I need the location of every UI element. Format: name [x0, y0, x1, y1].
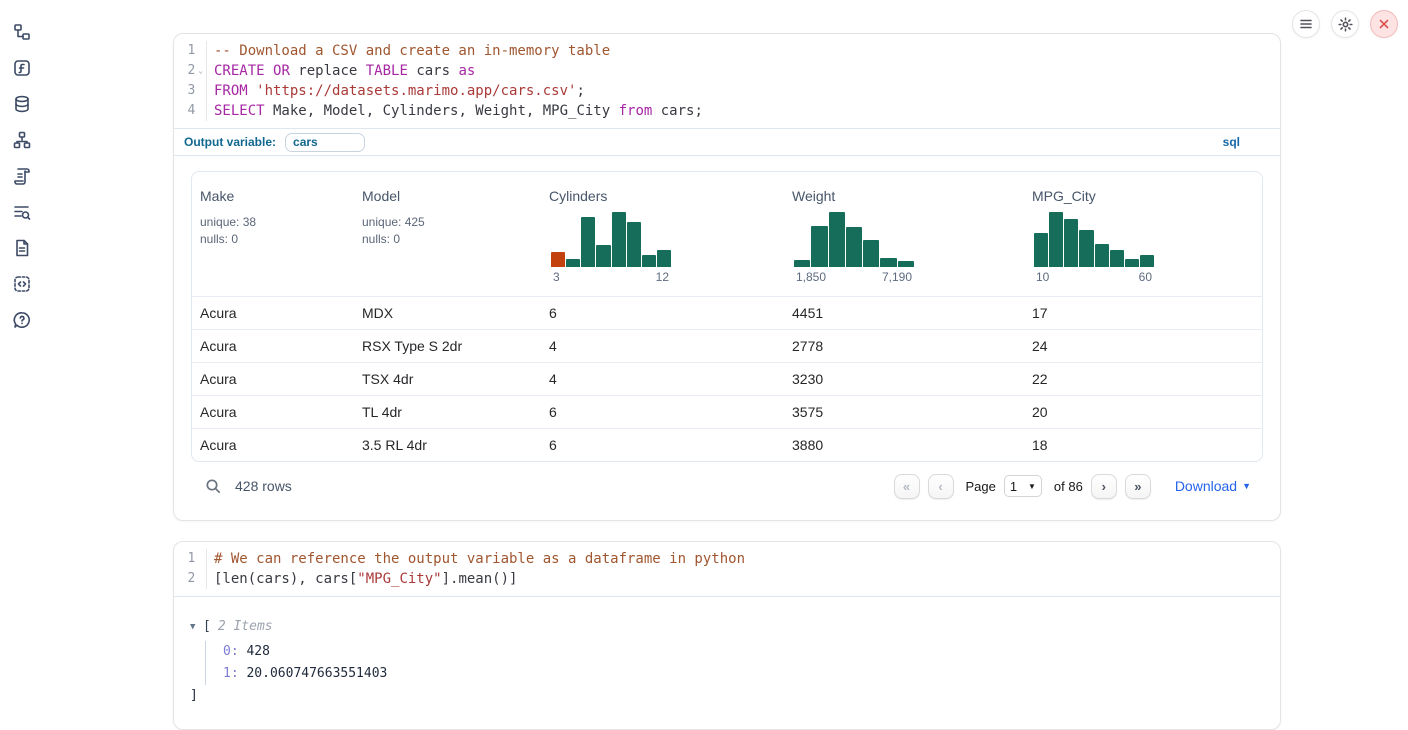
page-label: Page	[966, 479, 996, 494]
table-cell: 6	[541, 404, 784, 420]
list-entries: 0: 428 1: 20.060747663551403	[205, 641, 1264, 685]
collapse-chevron-icon[interactable]: ▼	[190, 622, 203, 632]
scroll-icon[interactable]	[12, 166, 32, 186]
table-cell: 3880	[784, 437, 1024, 453]
last-page-button[interactable]: »	[1125, 474, 1151, 499]
table-cell: TL 4dr	[354, 404, 541, 420]
pagination: « ‹ Page 1 ▼ of 86 › » Download ▼	[894, 474, 1261, 499]
table-output-region: Make unique: 38 nulls: 0 Model unique: 4…	[174, 155, 1280, 520]
table-cell: 6	[541, 305, 784, 321]
table-cell: Acura	[192, 305, 354, 321]
code-line: 1-- Download a CSV and create an in-memo…	[174, 41, 1280, 61]
table-cell: 24	[1024, 338, 1262, 354]
table-row: Acura3.5 RL 4dr6388018	[192, 428, 1262, 461]
list-item: 0: 428	[223, 641, 1264, 663]
table-cell: 18	[1024, 437, 1262, 453]
table-cell: 2778	[784, 338, 1024, 354]
table-body: AcuraMDX6445117AcuraRSX Type S 2dr427782…	[192, 296, 1262, 461]
language-badge: sql	[1223, 135, 1240, 149]
weight-histogram: 1,850 7,190	[794, 212, 914, 284]
of-pages-label: of 86	[1054, 479, 1083, 494]
file-tree-icon[interactable]	[12, 22, 32, 42]
settings-button[interactable]	[1331, 10, 1359, 38]
output-variable-input[interactable]	[285, 133, 365, 152]
code-line: 2⌄CREATE OR replace TABLE cars as	[174, 61, 1280, 81]
table-cell: Acura	[192, 437, 354, 453]
sidebar	[0, 0, 44, 729]
row-count: 428 rows	[235, 478, 292, 494]
snippets-icon[interactable]	[12, 274, 32, 294]
chevron-down-icon: ▼	[1242, 481, 1251, 491]
table-cell: RSX Type S 2dr	[354, 338, 541, 354]
table-cell: Acura	[192, 371, 354, 387]
table-row: AcuraMDX6445117	[192, 296, 1262, 329]
fold-chevron-icon[interactable]: ⌄	[195, 61, 206, 81]
next-page-button[interactable]: ›	[1091, 474, 1117, 499]
code-line: 1# We can reference the output variable …	[174, 549, 1280, 569]
function-icon[interactable]	[12, 58, 32, 78]
log-search-icon[interactable]	[12, 202, 32, 222]
table-cell: 20	[1024, 404, 1262, 420]
list-item: 1: 20.060747663551403	[223, 663, 1264, 685]
database-icon[interactable]	[12, 94, 32, 114]
chevron-down-icon: ▼	[1028, 482, 1036, 491]
mpg-city-histogram: 10 60	[1034, 212, 1154, 284]
menu-button[interactable]	[1292, 10, 1320, 38]
python-code-editor[interactable]: 1# We can reference the output variable …	[174, 542, 1280, 596]
table-cell: 3.5 RL 4dr	[354, 437, 541, 453]
items-count-label: 2 Items	[218, 619, 273, 634]
output-variable-label: Output variable:	[184, 135, 276, 149]
topbar-controls	[1292, 10, 1398, 38]
sql-cell: 1-- Download a CSV and create an in-memo…	[173, 33, 1281, 521]
table-cell: 4	[541, 371, 784, 387]
close-button[interactable]	[1370, 10, 1398, 38]
cylinders-histogram: 3 12	[551, 212, 671, 284]
table-cell: Acura	[192, 404, 354, 420]
table-row: AcuraTSX 4dr4323022	[192, 362, 1262, 395]
table-cell: Acura	[192, 338, 354, 354]
table-cell: 3230	[784, 371, 1024, 387]
document-icon[interactable]	[12, 238, 32, 258]
code-line: 3FROM 'https://datasets.marimo.app/cars.…	[174, 81, 1280, 101]
stat-nulls: nulls: 0	[362, 231, 541, 248]
code-line: 4SELECT Make, Model, Cylinders, Weight, …	[174, 101, 1280, 121]
table-cell: 4	[541, 338, 784, 354]
code-line: 2[len(cars), cars["MPG_City"].mean()]	[174, 569, 1280, 589]
column-header-weight: Weight 1,850 7,190	[784, 172, 1024, 296]
stat-nulls: nulls: 0	[200, 231, 354, 248]
sql-code-editor[interactable]: 1-- Download a CSV and create an in-memo…	[174, 34, 1280, 128]
table-cell: 17	[1024, 305, 1262, 321]
download-button[interactable]: Download ▼	[1175, 478, 1251, 494]
network-icon[interactable]	[12, 130, 32, 150]
column-header-make: Make unique: 38 nulls: 0	[192, 172, 354, 296]
table-row: AcuraRSX Type S 2dr4277824	[192, 329, 1262, 362]
page-select[interactable]: 1 ▼	[1004, 475, 1042, 497]
open-bracket: [	[203, 619, 211, 634]
column-header-mpg-city: MPG_City 10 60	[1024, 172, 1262, 296]
first-page-button[interactable]: «	[894, 474, 920, 499]
column-header-model: Model unique: 425 nulls: 0	[354, 172, 541, 296]
data-table: Make unique: 38 nulls: 0 Model unique: 4…	[191, 171, 1263, 462]
table-cell: TSX 4dr	[354, 371, 541, 387]
previous-page-button[interactable]: ‹	[928, 474, 954, 499]
table-cell: 6	[541, 437, 784, 453]
table-cell: MDX	[354, 305, 541, 321]
table-cell: 22	[1024, 371, 1262, 387]
output-variable-row: Output variable: sql	[174, 128, 1280, 155]
column-header-cylinders: Cylinders 3 12	[541, 172, 784, 296]
search-icon[interactable]	[205, 478, 222, 495]
python-output: ▼ [ 2 Items 0: 428 1: 20.060747663551403…	[174, 596, 1280, 729]
table-row: AcuraTL 4dr6357520	[192, 395, 1262, 428]
notebook: 1-- Download a CSV and create an in-memo…	[173, 33, 1281, 730]
table-footer: 428 rows « ‹ Page 1 ▼ of 86 › » Download…	[191, 462, 1263, 510]
python-cell: 1# We can reference the output variable …	[173, 541, 1281, 730]
table-cell: 4451	[784, 305, 1024, 321]
help-icon[interactable]	[12, 310, 32, 330]
stat-unique: unique: 38	[200, 214, 354, 231]
table-header: Make unique: 38 nulls: 0 Model unique: 4…	[192, 172, 1262, 296]
stat-unique: unique: 425	[362, 214, 541, 231]
close-bracket: ]	[190, 688, 1264, 703]
table-cell: 3575	[784, 404, 1024, 420]
